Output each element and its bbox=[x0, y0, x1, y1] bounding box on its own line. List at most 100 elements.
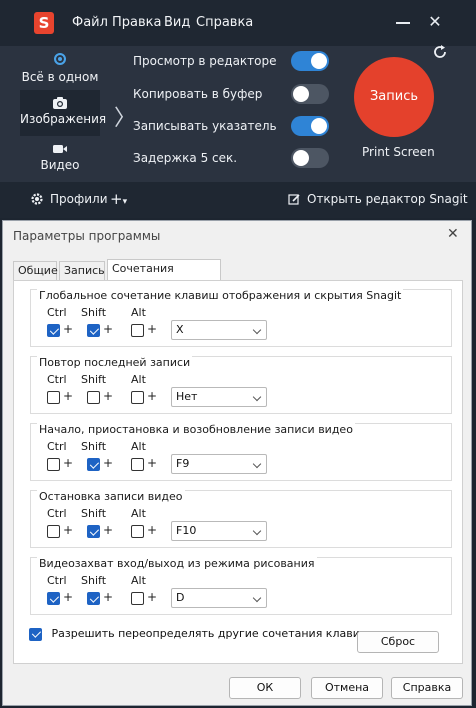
option-delay-toggle[interactable] bbox=[291, 148, 329, 168]
plus-sign: + bbox=[147, 456, 158, 470]
option-cursor-toggle[interactable] bbox=[291, 116, 329, 136]
profiles-button[interactable]: Профили bbox=[30, 192, 108, 206]
shift-checkbox[interactable] bbox=[87, 458, 100, 471]
reset-icon[interactable] bbox=[432, 44, 448, 60]
hotkey-group-title: Остановка записи видео bbox=[37, 490, 185, 503]
key-select-value: D bbox=[176, 591, 185, 604]
key-select[interactable]: F10 bbox=[171, 521, 267, 541]
menu-help[interactable]: Справка bbox=[196, 15, 253, 30]
add-profile-button[interactable]: +▾ bbox=[110, 190, 127, 208]
chevron-down-icon: ▾ bbox=[122, 197, 128, 207]
ctrl-label: Ctrl bbox=[47, 507, 67, 520]
ctrl-checkbox[interactable] bbox=[47, 458, 60, 471]
radio-icon bbox=[20, 52, 100, 68]
option-preview-toggle[interactable] bbox=[291, 51, 329, 71]
alt-label: Alt bbox=[131, 507, 146, 520]
dialog-title: Параметры программы bbox=[13, 229, 161, 243]
allow-override-checkbox[interactable] bbox=[29, 627, 42, 641]
allow-override-row[interactable]: Разрешить переопределять другие сочетани… bbox=[29, 627, 370, 641]
mode-video[interactable]: Видео bbox=[20, 136, 100, 182]
option-preview-label: Просмотр в редакторе bbox=[133, 54, 277, 68]
key-select[interactable]: Нет bbox=[171, 387, 267, 407]
key-select-value: F10 bbox=[176, 524, 197, 537]
reset-button[interactable]: Сброс bbox=[357, 631, 439, 653]
alt-checkbox[interactable] bbox=[131, 391, 144, 404]
hotkey-group: Начало, приостановка и возобновление зап… bbox=[30, 423, 452, 481]
hotkey-group-title: Видеозахват вход/выход из режима рисован… bbox=[37, 557, 317, 570]
key-select-value: F9 bbox=[176, 457, 190, 470]
key-select[interactable]: D bbox=[171, 588, 267, 608]
minimize-icon[interactable] bbox=[393, 12, 413, 32]
chevron-down-icon bbox=[252, 325, 262, 335]
ctrl-checkbox[interactable] bbox=[47, 525, 60, 538]
tab-hotkeys[interactable]: Сочетания клавиш bbox=[107, 259, 221, 293]
open-editor-label: Открыть редактор Snagit bbox=[307, 192, 468, 206]
plus-sign: + bbox=[147, 389, 158, 403]
close-icon[interactable]: ✕ bbox=[447, 226, 459, 242]
key-select-value: X bbox=[176, 323, 184, 336]
shift-label: Shift bbox=[81, 306, 107, 319]
shift-label: Shift bbox=[81, 574, 107, 587]
menu-edit[interactable]: Правка bbox=[112, 15, 161, 30]
tab-general[interactable]: Общие bbox=[13, 261, 58, 281]
shift-checkbox[interactable] bbox=[87, 324, 100, 337]
mode-all-in-one[interactable]: Всё в одном bbox=[20, 46, 100, 92]
ctrl-checkbox[interactable] bbox=[47, 324, 60, 337]
plus-sign: + bbox=[147, 523, 158, 537]
hotkeys-panel: Глобальное сочетание клавиш отображения … bbox=[13, 280, 463, 664]
close-icon[interactable]: ✕ bbox=[425, 12, 445, 32]
hotkey-group: Остановка записи видео Ctrl + Shift + Alt + F10 bbox=[30, 490, 452, 548]
profiles-label: Профили bbox=[50, 192, 108, 206]
plus-sign: + bbox=[147, 590, 158, 604]
snagit-capture-window: S Файл Правка Вид Справка ✕ Всё в одном … bbox=[0, 0, 476, 218]
hotkey-group: Видеозахват вход/выход из режима рисован… bbox=[30, 557, 452, 615]
shift-checkbox[interactable] bbox=[87, 592, 100, 605]
key-select[interactable]: F9 bbox=[171, 454, 267, 474]
ok-button[interactable]: ОК bbox=[229, 677, 301, 699]
alt-checkbox[interactable] bbox=[131, 525, 144, 538]
ctrl-label: Ctrl bbox=[47, 574, 67, 587]
tab-capture[interactable]: Запись bbox=[59, 261, 105, 281]
plus-sign: + bbox=[63, 523, 74, 537]
option-copy-label: Копировать в буфер bbox=[133, 87, 263, 101]
bottom-bar: Профили +▾ Открыть редактор Snagit bbox=[0, 182, 476, 218]
menu-file[interactable]: Файл bbox=[72, 15, 108, 30]
alt-checkbox[interactable] bbox=[131, 592, 144, 605]
alt-label: Alt bbox=[131, 574, 146, 587]
capture-hotkey: Print Screen bbox=[362, 145, 435, 159]
video-camera-icon bbox=[53, 145, 67, 153]
chevron-down-icon bbox=[252, 459, 262, 469]
help-button[interactable]: Справка bbox=[391, 677, 463, 699]
shift-checkbox[interactable] bbox=[87, 525, 100, 538]
ctrl-checkbox[interactable] bbox=[47, 592, 60, 605]
ctrl-checkbox[interactable] bbox=[47, 391, 60, 404]
open-editor-button[interactable]: Открыть редактор Snagit bbox=[288, 192, 468, 206]
preferences-dialog: Параметры программы ✕ Общие Запись Сочет… bbox=[2, 220, 472, 706]
hotkey-group: Глобальное сочетание клавиш отображения … bbox=[30, 289, 452, 347]
ctrl-label: Ctrl bbox=[47, 306, 67, 319]
plus-sign: + bbox=[63, 389, 74, 403]
mode-image[interactable]: Изображения bbox=[20, 90, 106, 136]
plus-sign: + bbox=[103, 523, 114, 537]
plus-sign: + bbox=[103, 322, 114, 336]
option-copy-toggle[interactable] bbox=[291, 84, 329, 104]
snagit-logo: S bbox=[34, 12, 54, 34]
plus-sign: + bbox=[63, 590, 74, 604]
option-delay-label: Задержка 5 сек. bbox=[133, 151, 238, 165]
hotkey-group: Повтор последней записи Ctrl + Shift + Alt + Не… bbox=[30, 356, 452, 414]
capture-mode-list: Всё в одном Изображения Видео bbox=[20, 46, 106, 182]
chevron-down-icon bbox=[252, 392, 262, 402]
add-label: + bbox=[110, 190, 123, 208]
menu-view[interactable]: Вид bbox=[164, 15, 190, 30]
alt-checkbox[interactable] bbox=[131, 324, 144, 337]
shift-label: Shift bbox=[81, 507, 107, 520]
cancel-button[interactable]: Отмена bbox=[311, 677, 383, 699]
ctrl-label: Ctrl bbox=[47, 440, 67, 453]
shift-checkbox[interactable] bbox=[87, 391, 100, 404]
alt-checkbox[interactable] bbox=[131, 458, 144, 471]
hotkey-group-title: Начало, приостановка и возобновление зап… bbox=[37, 423, 355, 436]
capture-button[interactable]: Запись bbox=[354, 57, 434, 137]
plus-sign: + bbox=[103, 389, 114, 403]
key-select[interactable]: X bbox=[171, 320, 267, 340]
gear-icon bbox=[31, 193, 43, 205]
